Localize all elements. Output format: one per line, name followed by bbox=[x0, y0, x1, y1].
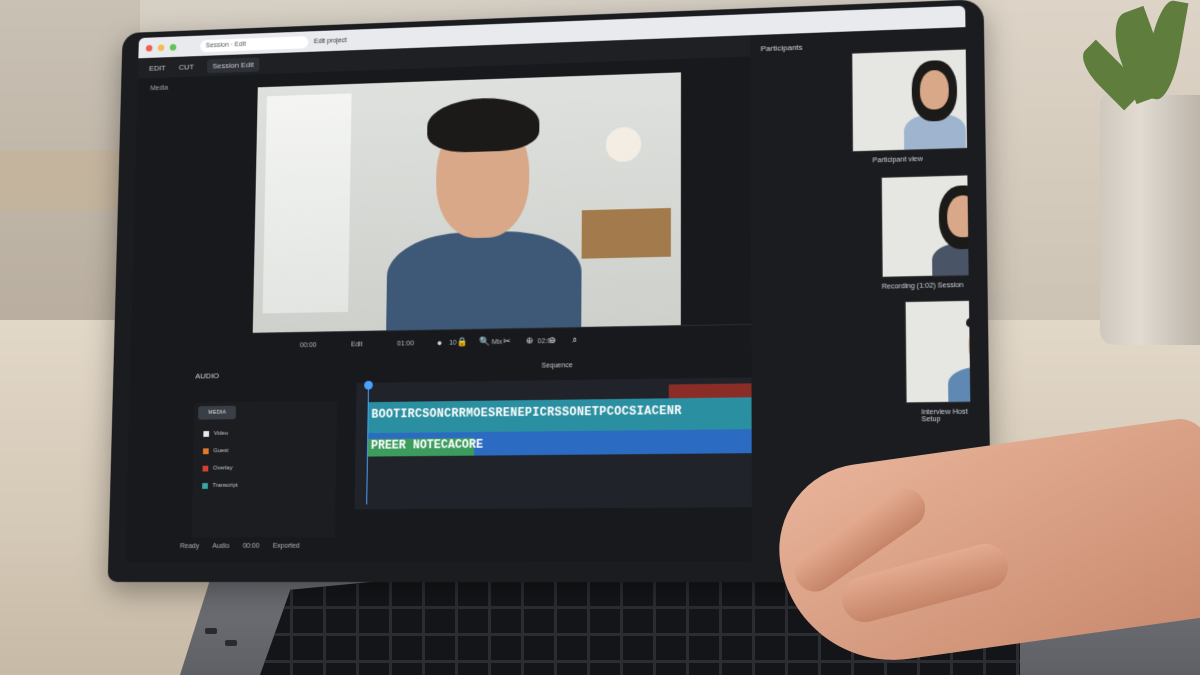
viewer-lamp bbox=[605, 126, 642, 163]
track-header-panel: MEDIA Video Guest Overlay Transcript bbox=[191, 400, 338, 538]
media-button[interactable]: MEDIA bbox=[198, 405, 237, 420]
track-row[interactable]: Overlay bbox=[202, 465, 233, 472]
participant-label: Recording (1:02) Session bbox=[881, 282, 964, 291]
scissors-icon[interactable]: ✂ bbox=[501, 336, 512, 347]
playhead-handle[interactable] bbox=[364, 380, 373, 390]
participant-thumbnail[interactable] bbox=[880, 172, 973, 278]
zoom-out-icon[interactable]: ⊖ bbox=[547, 335, 558, 346]
track-row[interactable]: Transcript bbox=[202, 483, 238, 489]
sidebar-header: Participants bbox=[760, 42, 803, 54]
participant-label: Interview Host Setup bbox=[921, 408, 968, 424]
record-icon[interactable]: ● bbox=[434, 337, 445, 348]
ruler-label: 00:00 bbox=[299, 342, 317, 350]
tab-session-edit[interactable]: Session Edit bbox=[206, 56, 260, 73]
track-row[interactable]: Video bbox=[203, 431, 228, 437]
viewer-window bbox=[262, 93, 352, 314]
participant-label: Participant view bbox=[872, 156, 923, 165]
audio-panel-title: AUDIO bbox=[195, 371, 220, 381]
timeline-title: Sequence bbox=[541, 362, 573, 370]
tab-edit[interactable]: EDIT bbox=[149, 63, 166, 72]
plant-pot bbox=[1100, 95, 1200, 345]
participant-thumbnail[interactable] bbox=[851, 47, 973, 153]
maximize-window-icon[interactable] bbox=[169, 43, 177, 51]
close-window-icon[interactable] bbox=[145, 44, 153, 52]
track-row[interactable]: Guest bbox=[202, 448, 229, 455]
usb-port bbox=[205, 628, 217, 634]
browser-tab-title[interactable]: Edit project bbox=[314, 37, 347, 45]
ruler-label: 01:00 bbox=[397, 340, 415, 348]
timeline[interactable]: Sequence BOOTIRCSONCRRMOESRENEPICRSSONET… bbox=[354, 362, 785, 510]
lock-icon[interactable]: 🔒 bbox=[456, 337, 467, 348]
status-item: Ready bbox=[179, 542, 200, 550]
viewer-shelf bbox=[581, 207, 671, 259]
preview-viewer[interactable] bbox=[252, 72, 681, 333]
status-item: 00:00 bbox=[242, 542, 260, 550]
usb-port bbox=[225, 640, 237, 646]
magnifier-icon[interactable]: ⌕ bbox=[569, 335, 580, 346]
status-item: Audio bbox=[212, 542, 230, 550]
minimize-window-icon[interactable] bbox=[157, 43, 165, 51]
ruler-label: Edit bbox=[350, 341, 363, 349]
zoom-in-icon[interactable]: ⊕ bbox=[524, 336, 535, 347]
media-label: Media bbox=[150, 84, 169, 93]
address-bar[interactable]: Session · Edit bbox=[200, 35, 309, 52]
tab-cut[interactable]: CUT bbox=[179, 62, 194, 71]
status-item: Exported bbox=[272, 542, 300, 550]
background-shelf bbox=[0, 150, 130, 210]
clip-caption: PREER NOTECACORE bbox=[370, 437, 484, 453]
participant-thumbnail[interactable] bbox=[904, 298, 973, 404]
status-bar: Ready Audio 00:00 Exported bbox=[172, 535, 770, 554]
search-icon[interactable]: 🔍 bbox=[479, 336, 490, 347]
